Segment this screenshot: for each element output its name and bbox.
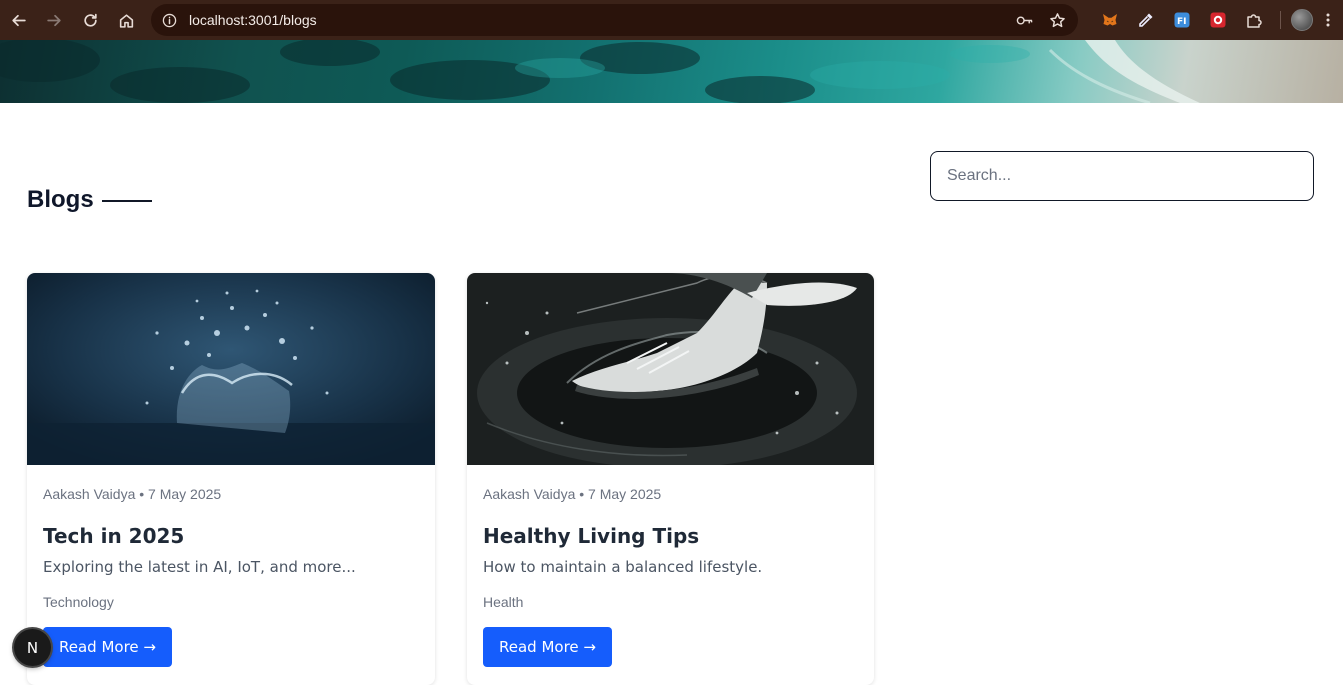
reload-icon xyxy=(83,13,97,27)
forward-icon xyxy=(46,14,61,26)
red-extension-icon xyxy=(1210,12,1226,28)
color-picker-extension-icon xyxy=(1139,13,1153,27)
page-title: Blogs xyxy=(27,186,94,213)
blog-card-title: Tech in 2025 xyxy=(43,524,185,548)
toolbar-divider xyxy=(1280,11,1281,29)
red-extension-button[interactable] xyxy=(1200,0,1236,40)
color-picker-extension-button[interactable] xyxy=(1128,0,1164,40)
fi-extension-icon: FI xyxy=(1174,12,1190,28)
address-bar[interactable]: localhost:3001/blogs xyxy=(151,4,1078,36)
blog-card-description: Exploring the latest in AI, IoT, and mor… xyxy=(43,558,356,576)
browser-menu-button[interactable] xyxy=(1313,0,1343,40)
back-button[interactable] xyxy=(0,0,36,40)
home-button[interactable] xyxy=(108,0,144,40)
search-input[interactable] xyxy=(930,151,1314,201)
read-more-button[interactable]: Read More → xyxy=(483,627,612,667)
blog-card-description: How to maintain a balanced lifestyle. xyxy=(483,558,763,576)
extensions-puzzle-icon xyxy=(1247,14,1262,28)
blog-card: Aakash Vaidya • 7 May 2025 Healthy Livin… xyxy=(467,273,874,685)
forward-button[interactable] xyxy=(36,0,72,40)
blog-card-image xyxy=(467,273,874,465)
bookmark-star-icon[interactable] xyxy=(1049,12,1066,29)
metamask-extension-icon xyxy=(1103,14,1117,26)
svg-text:FI: FI xyxy=(1177,17,1187,27)
heading-underline xyxy=(101,200,152,202)
metamask-extension-button[interactable] xyxy=(1092,0,1128,40)
extensions-menu-button[interactable] xyxy=(1236,0,1272,40)
blog-card-image xyxy=(27,273,435,465)
blog-card-category: Health xyxy=(483,594,524,610)
page-heading: Blogs xyxy=(27,186,152,214)
blog-card: Aakash Vaidya • 7 May 2025 Tech in 2025 … xyxy=(27,273,435,685)
password-key-icon[interactable] xyxy=(1016,12,1033,29)
nextjs-devtools-button[interactable]: N xyxy=(14,629,51,666)
site-info-icon[interactable] xyxy=(161,12,177,28)
blog-card-title: Healthy Living Tips xyxy=(483,524,700,548)
profile-avatar[interactable] xyxy=(1291,9,1313,31)
home-icon xyxy=(119,13,133,28)
extensions-bar: FI xyxy=(1092,0,1343,40)
back-icon xyxy=(11,14,26,26)
address-url[interactable]: localhost:3001/blogs xyxy=(189,12,317,28)
fi-extension-button[interactable]: FI xyxy=(1164,0,1200,40)
blog-card-meta: Aakash Vaidya • 7 May 2025 xyxy=(43,486,222,502)
reload-button[interactable] xyxy=(72,0,108,40)
blog-card-meta: Aakash Vaidya • 7 May 2025 xyxy=(483,486,662,502)
read-more-button[interactable]: Read More → xyxy=(43,627,172,667)
more-vertical-icon xyxy=(1326,13,1330,27)
blog-card-category: Technology xyxy=(43,594,114,610)
browser-toolbar: localhost:3001/blogs FI xyxy=(0,0,1343,40)
hero-banner-image xyxy=(0,40,1343,103)
